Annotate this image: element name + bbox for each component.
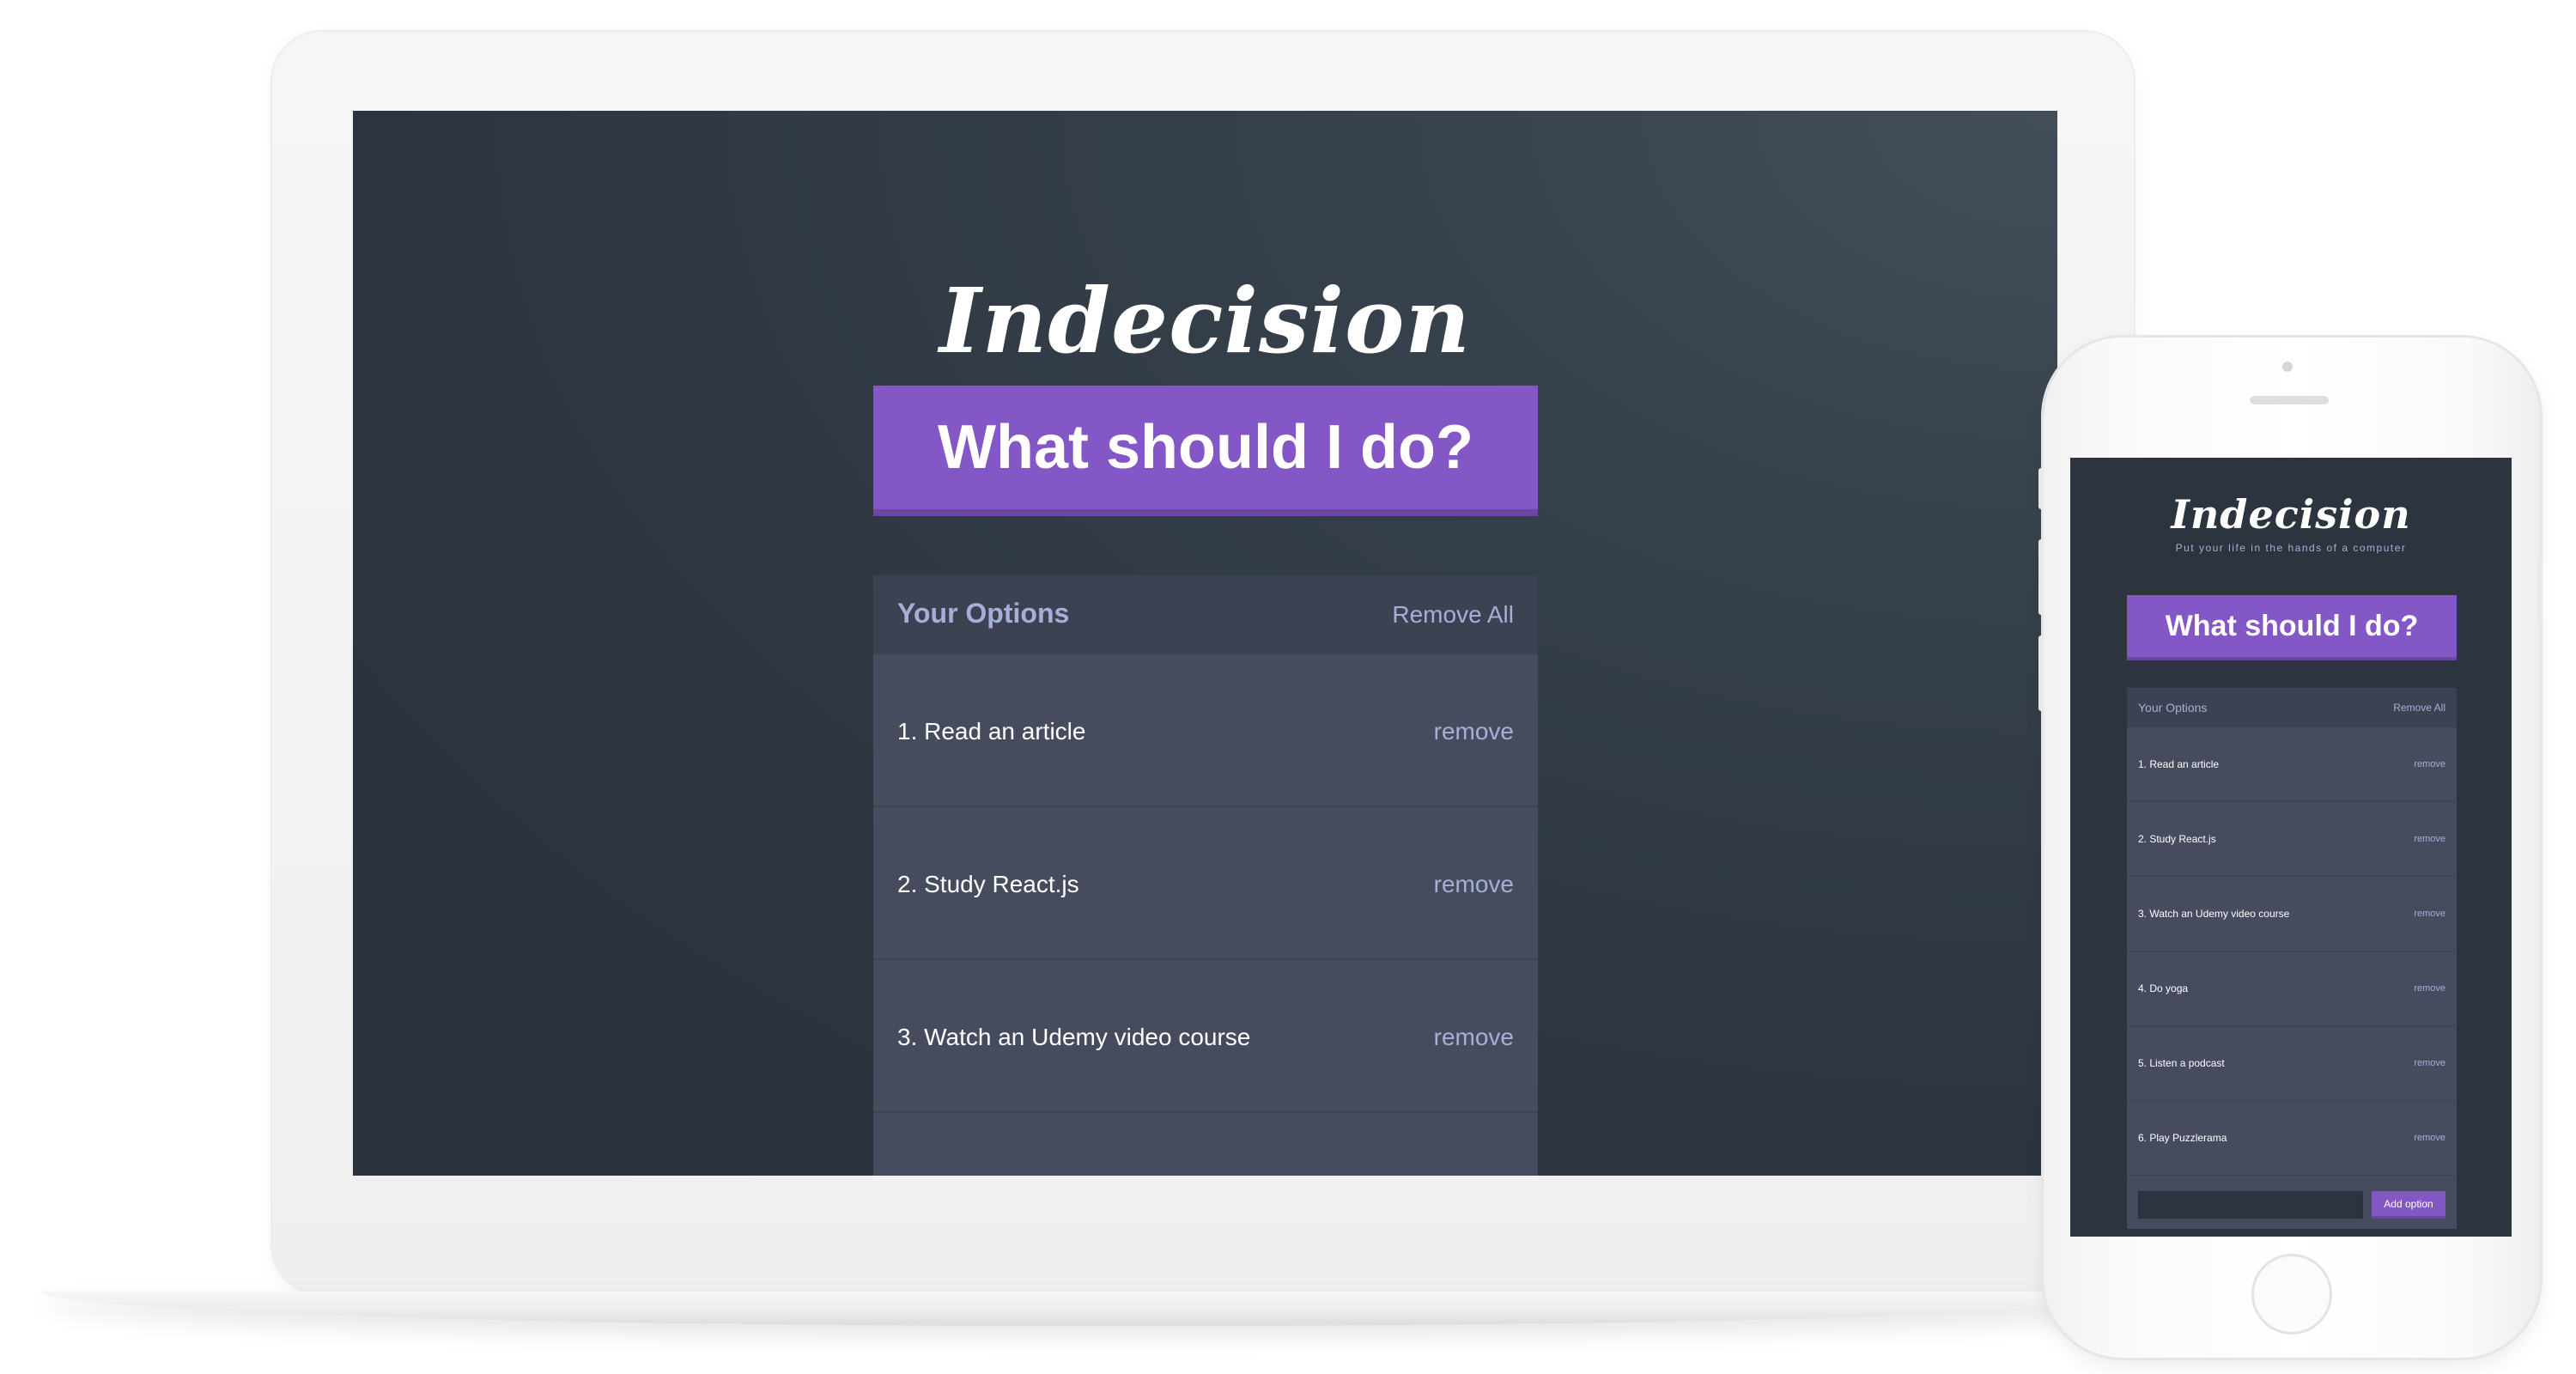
options-widget: Your Options Remove All 1. Read an artic… <box>2127 688 2457 1229</box>
option-text: 3. Watch an Udemy video course <box>2138 908 2290 920</box>
option-text: 1. Read an article <box>897 718 1086 745</box>
option-row: 2. Study React.js remove <box>2127 802 2457 877</box>
app-title: Indecision <box>2171 491 2411 538</box>
what-should-i-do-button[interactable]: What should I do? <box>2127 595 2457 660</box>
phone-speaker <box>2250 396 2329 404</box>
what-should-i-do-button[interactable]: What should I do? <box>873 386 1538 516</box>
remove-all-button[interactable]: Remove All <box>2393 702 2445 714</box>
option-row: 3. Watch an Udemy video course remove <box>2127 877 2457 951</box>
option-row: 1. Read an article remove <box>2127 727 2457 802</box>
option-text: 3. Watch an Udemy video course <box>897 1024 1251 1050</box>
option-row: 6. Play Puzzlerama remove <box>2127 1101 2457 1176</box>
option-text: 2. Study React.js <box>897 871 1079 897</box>
option-text: 4. Do yoga <box>2138 982 2189 994</box>
device-mockup-stage: Indecision Put your life in the hands of… <box>0 0 2576 1374</box>
option-row: 1. Read an article remove <box>873 654 1538 807</box>
remove-option-button[interactable]: remove <box>2414 1133 2445 1143</box>
option-row: 2. Study React.js remove <box>873 807 1538 960</box>
phone-home-button <box>2251 1254 2332 1334</box>
option-text: 2. Study React.js <box>2138 833 2216 845</box>
remove-all-button[interactable]: Remove All <box>1392 601 1514 629</box>
phone-mute-switch <box>2038 468 2044 509</box>
option-text: 6. Play Puzzlerama <box>2138 1132 2227 1144</box>
remove-option-button[interactable]: remove <box>2414 834 2445 844</box>
remove-option-button[interactable]: remove <box>1434 1024 1514 1051</box>
remove-option-button[interactable]: remove <box>2414 983 2445 994</box>
options-widget-title: Your Options <box>2138 701 2208 714</box>
option-text: 5. Listen a podcast <box>2138 1057 2225 1069</box>
options-widget-header: Your Options Remove All <box>873 575 1538 654</box>
laptop-base <box>41 1292 2205 1326</box>
remove-option-button[interactable]: remove <box>2414 1058 2445 1068</box>
phone-camera <box>2282 362 2293 372</box>
add-option-form: Add option <box>2127 1177 2457 1229</box>
remove-option-button[interactable]: remove <box>1434 871 1514 898</box>
options-widget-title: Your Options <box>897 598 1070 629</box>
phone-volume-up <box>2038 539 2044 615</box>
option-row: 5. Listen a podcast remove <box>2127 1026 2457 1101</box>
remove-option-button[interactable]: remove <box>1434 718 1514 745</box>
phone-volume-down <box>2038 635 2044 711</box>
laptop-screen: Indecision Put your life in the hands of… <box>353 111 2057 1176</box>
add-option-button[interactable]: Add option <box>2372 1191 2445 1219</box>
option-row-partial <box>873 1113 1538 1176</box>
options-widget: Your Options Remove All 1. Read an artic… <box>873 575 1538 1176</box>
app-subtitle: Put your life in the hands of a computer <box>2175 542 2407 554</box>
option-row: 4. Do yoga remove <box>2127 951 2457 1026</box>
phone-power-button <box>2537 556 2543 625</box>
option-text: 1. Read an article <box>2138 758 2220 770</box>
options-widget-header: Your Options Remove All <box>2127 688 2457 727</box>
remove-option-button[interactable]: remove <box>2414 759 2445 769</box>
app-title: Indecision <box>939 268 1472 374</box>
add-option-input[interactable] <box>2138 1191 2363 1219</box>
option-row: 3. Watch an Udemy video course remove <box>873 960 1538 1113</box>
phone-screen: Indecision Put your life in the hands of… <box>2070 458 2512 1237</box>
remove-option-button[interactable]: remove <box>2414 909 2445 919</box>
